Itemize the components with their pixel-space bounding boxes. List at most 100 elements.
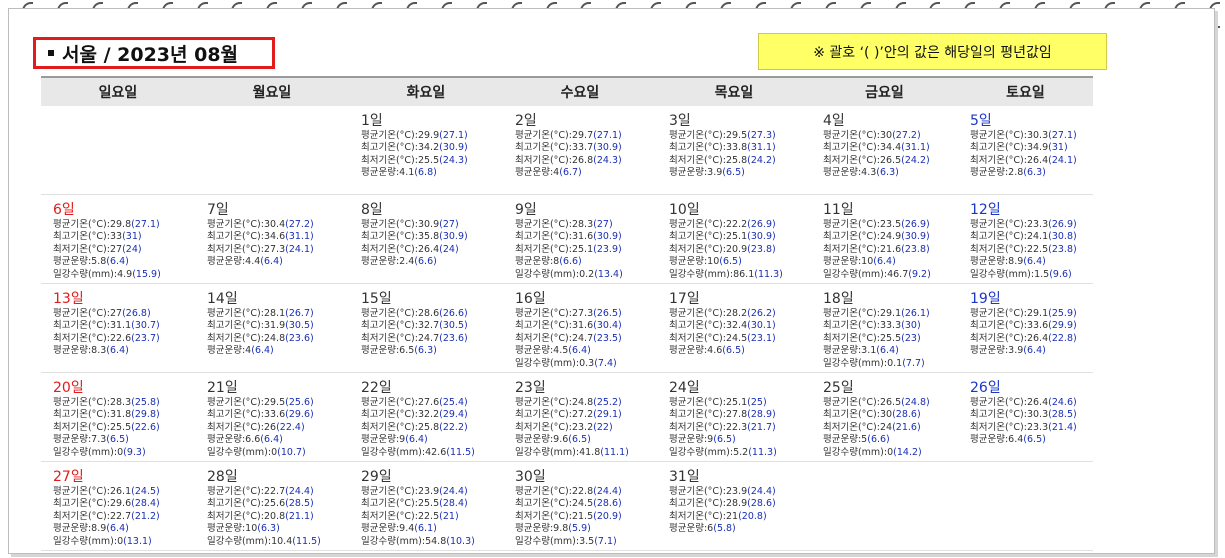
normal-value: 26.9 xyxy=(904,219,926,230)
normal-value: 27.3 xyxy=(750,130,772,141)
stat-min: 최저기온(°C):26.4(24) xyxy=(361,243,459,255)
stat-value: 5.8 xyxy=(91,256,107,268)
normal-value: 24.4 xyxy=(442,486,464,497)
stat-value: 34.2 xyxy=(417,142,440,154)
stat-value: 42.6 xyxy=(425,446,447,458)
stat-label: 최저기온(°C): xyxy=(669,510,726,522)
stat-cloud: 평균운량:5.8(6.4) xyxy=(53,256,129,268)
stat-rain: 일강수량(mm):5.2(11.3) xyxy=(669,446,777,458)
stat-label: 평균운량: xyxy=(207,523,246,535)
stat-label: 일강수량(mm): xyxy=(53,535,118,547)
stat-cloud: 평균운량:10(6.5) xyxy=(669,256,742,268)
stat-label: 최고기온(°C): xyxy=(669,320,726,332)
normal-value: 31 xyxy=(1051,142,1064,154)
stat-label: 최고기온(°C): xyxy=(207,231,264,243)
stat-cloud: 평균운량:10(6.3) xyxy=(207,523,280,535)
stat-label: 평균운량: xyxy=(207,434,246,446)
normal-value: 11.5 xyxy=(449,446,472,458)
day-cell: 1일 평균기온(°C):29.9(27.1) 최고기온(°C):34.2(30.9)… xyxy=(349,106,503,194)
stat-label: 최저기온(°C): xyxy=(669,421,726,433)
stat-value: 33.8 xyxy=(725,142,748,154)
normal-value: 6.4 xyxy=(264,434,280,446)
stat-value: 29.9 xyxy=(417,130,440,141)
stat-value: 29.5 xyxy=(725,130,748,141)
day-number: 15일 xyxy=(361,291,392,307)
stat-label: 평균운량: xyxy=(970,256,1009,268)
stat-max: 최고기온(°C):34.6(31.1) xyxy=(207,231,314,243)
stat-value: 30.3 xyxy=(1026,409,1049,421)
stat-min: 최저기온(°C):24.7(23.5) xyxy=(515,332,622,344)
stat-value: 31.6 xyxy=(571,320,594,332)
stat-label: 일강수량(mm): xyxy=(515,268,580,280)
stat-label: 최고기온(°C): xyxy=(361,498,418,510)
stat-value: 22.3 xyxy=(725,421,748,433)
stat-value: 10 xyxy=(245,523,258,535)
stat-value: 22.2 xyxy=(725,219,748,230)
stat-label: 평균기온(°C): xyxy=(970,219,1027,230)
normal-value: 26.6 xyxy=(442,308,464,319)
stat-label: 평균기온(°C): xyxy=(823,219,880,230)
stat-label: 최저기온(°C): xyxy=(207,510,264,522)
normal-value: 6.4 xyxy=(264,256,280,268)
stat-label: 평균운량: xyxy=(361,256,400,268)
stat-min: 최저기온(°C):22.6(23.7) xyxy=(53,332,160,344)
stat-label: 평균기온(°C): xyxy=(970,130,1027,141)
stat-value: 25.5 xyxy=(109,421,132,433)
stat-cloud: 평균운량:7.3(6.5) xyxy=(53,434,129,446)
day-cell: 4일 평균기온(°C):30(27.2) 최고기온(°C):34.4(31.1) 최저… xyxy=(811,106,958,194)
empty-day-cell xyxy=(958,462,1093,550)
stat-max: 최고기온(°C):33.6(29.6) xyxy=(207,409,314,421)
stat-value: 6.6 xyxy=(245,434,261,446)
day-cell: 22일 평균기온(°C):27.6(25.4) 최고기온(°C):32.2(29.4… xyxy=(349,373,503,461)
stat-label: 평균운량: xyxy=(515,167,554,179)
normal-value: 28.5 xyxy=(1051,409,1073,421)
stat-value: 29.5 xyxy=(263,397,286,408)
stat-min: 최저기온(°C):25.5(24.3) xyxy=(361,154,468,166)
stat-rain: 일강수량(mm):0.3(7.4) xyxy=(515,357,617,369)
stat-min: 최저기온(°C):26.5(24.2) xyxy=(823,154,930,166)
stat-cloud: 평균운량:4(6.4) xyxy=(207,345,274,357)
stat-max: 최고기온(°C):31.9(30.5) xyxy=(207,320,314,332)
stat-value: 29.7 xyxy=(571,130,594,141)
normal-value: 9.6 xyxy=(1052,268,1069,280)
stat-label: 최저기온(°C): xyxy=(207,332,264,344)
stat-avg: 평균기온(°C):30.4(27.2) xyxy=(207,219,314,230)
normal-value: 24.3 xyxy=(442,154,464,166)
stat-value: 33.6 xyxy=(263,409,286,421)
stat-label: 평균기온(°C): xyxy=(669,219,726,230)
stat-label: 최저기온(°C): xyxy=(970,243,1027,255)
stat-value: 0.1 xyxy=(887,357,903,369)
normal-value: 27 xyxy=(442,219,455,230)
stat-label: 평균기온(°C): xyxy=(361,130,418,141)
stat-label: 최저기온(°C): xyxy=(53,332,110,344)
stat-value: 23.9 xyxy=(417,486,440,497)
stat-max: 최고기온(°C):34.4(31.1) xyxy=(823,142,930,154)
stat-label: 최저기온(°C): xyxy=(515,154,572,166)
stat-min: 최저기온(°C):24(21.6) xyxy=(823,421,921,433)
normal-value: 13.4 xyxy=(597,268,620,280)
stat-label: 최저기온(°C): xyxy=(669,243,726,255)
stat-min: 최저기온(°C):23.3(21.4) xyxy=(970,421,1077,433)
stat-min: 최저기온(°C):20.9(23.8) xyxy=(669,243,776,255)
stat-min: 최저기온(°C):23.2(22) xyxy=(515,421,613,433)
stat-value: 24.9 xyxy=(879,231,902,243)
day-cell: 27일 평균기온(°C):26.1(24.5) 최고기온(°C):29.6(28.4… xyxy=(41,462,195,550)
stat-cloud: 평균운량:8.3(6.4) xyxy=(53,345,129,357)
stat-label: 일강수량(mm): xyxy=(207,535,272,547)
stat-cloud: 평균운량:6.6(6.4) xyxy=(207,434,283,446)
stat-value: 25.1 xyxy=(725,397,748,408)
stat-min: 최저기온(°C):25.1(23.9) xyxy=(515,243,622,255)
stat-label: 평균기온(°C): xyxy=(823,308,880,319)
day-cell: 15일 평균기온(°C):28.6(26.6) 최고기온(°C):32.7(30.5… xyxy=(349,284,503,372)
normal-value: 6.4 xyxy=(1027,256,1043,268)
stat-label: 최저기온(°C): xyxy=(53,243,110,255)
stat-cloud: 평균운량:6.4(6.5) xyxy=(970,434,1046,446)
page-title: 서울 / 2023년 08월 xyxy=(33,37,275,69)
normal-value: 30.9 xyxy=(596,142,618,154)
normal-value: 30.9 xyxy=(596,231,618,243)
normal-value: 26.9 xyxy=(750,219,772,230)
stat-label: 최저기온(°C): xyxy=(207,243,264,255)
normal-value: 20.9 xyxy=(596,510,618,522)
normal-value: 11.1 xyxy=(603,446,626,458)
stat-value: 23.2 xyxy=(571,421,594,433)
